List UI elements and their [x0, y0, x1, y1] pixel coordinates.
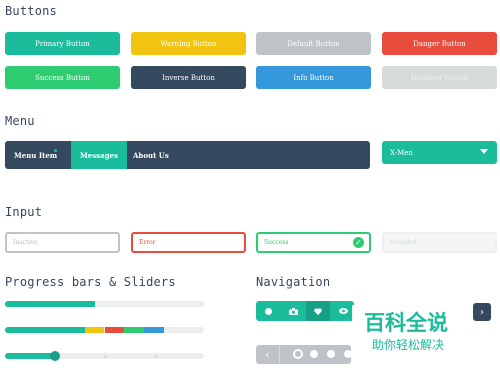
success-input[interactable]: Success ✓	[256, 232, 371, 253]
hero-select[interactable]: X-Men	[382, 141, 497, 164]
info-button[interactable]: Info Button	[256, 66, 371, 89]
section-title-navigation: Navigation	[256, 275, 331, 289]
watermark: 百科全说 助你轻松解决	[352, 305, 464, 359]
watermark-title: 百科全说	[364, 311, 448, 335]
menu-item-messages[interactable]: Messages	[71, 141, 127, 169]
progress-segment	[144, 327, 165, 333]
caret-down-icon	[480, 149, 488, 154]
primary-button[interactable]: Primary Button	[5, 32, 120, 55]
success-input-text: Success	[264, 239, 289, 246]
section-title-progress: Progress bars & Sliders	[5, 275, 176, 289]
chevron-left-icon[interactable]: ‹	[256, 345, 280, 364]
warning-button[interactable]: Warning Button	[131, 32, 246, 55]
slider-fill	[5, 353, 55, 359]
disabled-button: Disabled Button	[382, 66, 497, 89]
progress-segment	[124, 327, 145, 333]
watermark-subtitle: 助你轻松解决	[372, 338, 445, 352]
icon-navbar	[256, 301, 354, 321]
menu-messages-label: Messages	[80, 150, 118, 160]
menu-item-label: Menu Item	[14, 150, 58, 160]
success-button[interactable]: Success Button	[5, 66, 120, 89]
default-button[interactable]: Default Button	[256, 32, 371, 55]
eye-icon[interactable]	[331, 301, 354, 321]
pagination: ‹	[256, 345, 352, 364]
section-title-input: Input	[5, 205, 43, 219]
pagination-dot-active[interactable]	[293, 349, 303, 359]
circle-icon[interactable]	[256, 301, 280, 321]
progress-segment	[104, 327, 125, 333]
slider-tick	[154, 355, 157, 358]
check-icon: ✓	[353, 237, 364, 248]
menu-about-label: About Us	[133, 150, 169, 160]
disabled-input: Disabled	[382, 232, 497, 253]
progress-segment	[5, 327, 85, 333]
heart-icon[interactable]	[306, 301, 330, 321]
progress-bar	[5, 301, 204, 307]
pagination-dot[interactable]	[327, 350, 335, 358]
inverse-button[interactable]: Inverse Button	[131, 66, 246, 89]
menu-item-badge	[54, 149, 57, 152]
pagination-dot[interactable]	[344, 350, 352, 358]
error-input[interactable]: Error	[131, 232, 246, 253]
camera-icon[interactable]	[281, 301, 305, 321]
stacked-progress-bar	[5, 327, 204, 333]
select-value: X-Men	[390, 148, 413, 157]
slider[interactable]	[5, 351, 204, 361]
section-title-buttons: Buttons	[5, 4, 57, 18]
inactive-input-text: Inactive	[13, 239, 38, 246]
inactive-input[interactable]: Inactive	[5, 232, 120, 253]
menu-item[interactable]: Menu Item	[14, 141, 57, 169]
pagination-dot[interactable]	[310, 350, 318, 358]
danger-button[interactable]: Danger Button	[382, 32, 497, 55]
chevron-right-icon[interactable]: ›	[473, 303, 491, 321]
slider-handle[interactable]	[49, 351, 60, 361]
menu-bar: Menu Item Messages About Us	[5, 141, 370, 169]
menu-item-about[interactable]: About Us	[133, 141, 169, 169]
progress-segment	[84, 327, 105, 333]
disabled-input-text: Disabled	[390, 239, 417, 246]
error-input-text: Error	[139, 239, 156, 246]
progress-fill	[5, 301, 95, 307]
slider-tick	[104, 355, 107, 358]
section-title-menu: Menu	[5, 114, 35, 128]
